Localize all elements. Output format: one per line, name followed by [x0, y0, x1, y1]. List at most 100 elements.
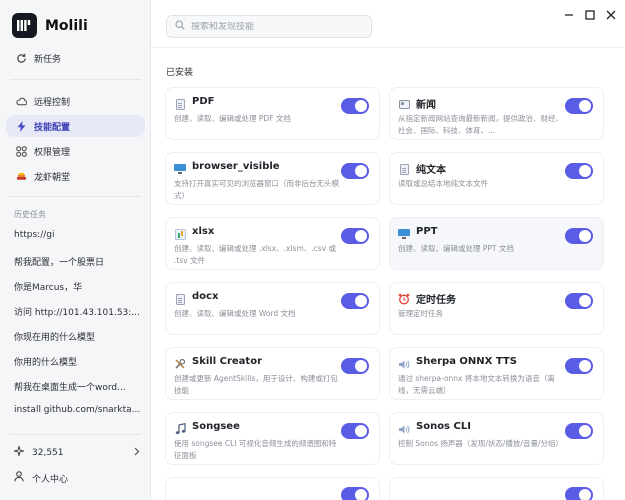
speaker-icon — [398, 358, 410, 370]
nav-remote-control[interactable]: 远程控制 — [6, 90, 145, 112]
skill-title: 定时任务 — [416, 295, 456, 306]
chevron-right-icon — [134, 446, 140, 459]
skill-description: 创建或更新 AgentSkills，用于设计、构建或打包技能 — [174, 374, 338, 395]
skill-description: 创建、读取、编辑或处理 Word 文档 — [174, 309, 296, 318]
skill-description: 创建、读取、编辑或处理 .xlsx、.xlsm、.csv 或 .tsv 文件 — [174, 244, 336, 265]
brand: Molili — [12, 13, 88, 38]
skill-card-scheduled-task[interactable]: 定时任务 管理定时任务 — [389, 282, 604, 335]
alarm-clock-icon — [398, 293, 410, 305]
nav-skills[interactable]: 技能配置 — [6, 115, 145, 137]
tools-icon — [174, 358, 186, 370]
music-note-icon — [174, 423, 186, 435]
credits-row[interactable]: 32,551 — [12, 444, 140, 459]
sparkle-icon — [12, 444, 26, 459]
history-item[interactable]: install github.com/snarkta... — [14, 405, 142, 415]
skill-title: Songsee — [192, 421, 240, 432]
sidebar-divider — [10, 79, 141, 80]
cloud-icon — [16, 96, 27, 107]
minimize-icon[interactable] — [563, 9, 575, 21]
nav-remote-control-label: 远程控制 — [34, 97, 71, 108]
search-icon — [175, 20, 185, 33]
skill-title: PPT — [416, 226, 438, 237]
skill-card-docx[interactable]: docx 创建、读取、编辑或处理 Word 文档 — [165, 282, 380, 335]
sidebar-divider — [10, 196, 141, 197]
nav-permissions-label: 权限管理 — [34, 147, 71, 158]
history-item[interactable]: 你是Marcus，华 — [14, 280, 142, 293]
skill-title: 纯文本 — [416, 165, 446, 176]
skill-description: 创建、读取、编辑或处理 PDF 文档 — [174, 114, 291, 123]
skill-description: 使用 songsee CLI 可视化音频生成的频谱图和特征面板 — [174, 439, 337, 460]
nav-lobster-court-label: 龙虾朝堂 — [34, 172, 71, 183]
skill-card-sherpa-onnx-tts[interactable]: Sherpa ONNX TTS 通过 sherpa-onnx 将本地文本转换为语… — [389, 347, 604, 400]
skill-toggle[interactable] — [565, 163, 593, 179]
document-icon — [174, 293, 186, 305]
account-center[interactable]: 个人中心 — [14, 471, 68, 485]
nav-skills-label: 技能配置 — [34, 122, 71, 133]
history-item[interactable]: 你现在用的什么模型 — [14, 330, 142, 343]
skill-card-partial[interactable] — [389, 477, 604, 500]
document-icon — [398, 163, 410, 175]
nav-permissions[interactable]: 权限管理 — [6, 140, 145, 162]
skill-card-plain-text[interactable]: 纯文本 读取或总结本地纯文本文件 — [389, 152, 604, 205]
skill-card-news[interactable]: 新闻 从指定新闻网站查询最新新闻，提供政治、财经、社会、国际、科技、体育、... — [389, 87, 604, 140]
skill-title: Sonos CLI — [416, 421, 471, 432]
skill-description: 管理定时任务 — [398, 309, 443, 318]
skill-description: 通过 sherpa-onnx 将本地文本转换为语音（离线，无需云端） — [398, 374, 555, 395]
skill-toggle[interactable] — [565, 487, 593, 500]
skill-toggle[interactable] — [341, 423, 369, 439]
skill-description: 从指定新闻网站查询最新新闻，提供政治、财经、社会、国际、科技、体育、... — [398, 114, 563, 135]
search-input[interactable] — [191, 21, 361, 32]
skill-card-skill-creator[interactable]: Skill Creator 创建或更新 AgentSkills，用于设计、构建或… — [165, 347, 380, 400]
app-name: Molili — [45, 17, 88, 34]
refresh-icon — [16, 53, 27, 64]
history-item[interactable]: 帮我在桌面生成一个word... — [14, 380, 142, 393]
account-center-label: 个人中心 — [32, 474, 69, 485]
skill-toggle[interactable] — [341, 293, 369, 309]
skill-toggle[interactable] — [341, 228, 369, 244]
skill-card-xlsx[interactable]: xlsx 创建、读取、编辑或处理 .xlsx、.xlsm、.csv 或 .tsv… — [165, 217, 380, 270]
skill-toggle[interactable] — [341, 358, 369, 374]
skill-description: 支持打开真实可见的浏览器窗口（而非后台无头模式） — [174, 179, 339, 200]
monitor-icon — [398, 228, 410, 240]
monitor-icon — [174, 163, 186, 175]
history-item[interactable]: https://gi — [14, 230, 142, 240]
skill-toggle[interactable] — [565, 98, 593, 114]
skill-search[interactable] — [166, 15, 372, 38]
skill-card-browser-visible[interactable]: browser_visible 支持打开真实可见的浏览器窗口（而非后台无头模式） — [165, 152, 380, 205]
skill-toggle[interactable] — [565, 423, 593, 439]
nav-new-task[interactable]: 新任务 — [6, 47, 145, 69]
skill-title: docx — [192, 291, 219, 302]
lobster-icon — [16, 171, 27, 182]
sidebar-divider — [10, 434, 141, 435]
skill-toggle[interactable] — [341, 163, 369, 179]
close-icon[interactable] — [605, 9, 617, 21]
skill-toggle[interactable] — [565, 358, 593, 374]
skill-title: Sherpa ONNX TTS — [416, 356, 517, 367]
skill-toggle[interactable] — [341, 98, 369, 114]
skill-toggle[interactable] — [341, 487, 369, 500]
app-logo-icon — [12, 13, 37, 38]
history-section-label: 历史任务 — [14, 210, 46, 219]
grid-icon — [16, 145, 27, 157]
skill-card-ppt[interactable]: PPT 创建、读取、编辑或处理 PPT 文档 — [389, 217, 604, 270]
header-divider — [151, 47, 625, 48]
credits-value: 32,551 — [32, 447, 64, 458]
lightning-icon — [16, 120, 27, 132]
history-item[interactable]: 访问 http://101.43.101.53:... — [14, 305, 142, 318]
skill-toggle[interactable] — [565, 228, 593, 244]
history-item[interactable]: 帮我配置，一个股票日 — [14, 255, 142, 268]
user-icon — [14, 471, 24, 485]
skill-card-sonos-cli[interactable]: Sonos CLI 控制 Sonos 扬声器（发现/状态/播放/音量/分组） — [389, 412, 604, 465]
skill-card-pdf[interactable]: PDF 创建、读取、编辑或处理 PDF 文档 — [165, 87, 380, 140]
history-item[interactable]: 你用的什么模型 — [14, 355, 142, 368]
maximize-icon[interactable] — [584, 9, 596, 21]
skill-title: browser_visible — [192, 161, 280, 172]
nav-lobster-court[interactable]: 龙虾朝堂 — [6, 165, 145, 187]
skill-title: PDF — [192, 96, 215, 107]
skill-card-partial[interactable] — [165, 477, 380, 500]
skill-toggle[interactable] — [565, 293, 593, 309]
skill-card-songsee[interactable]: Songsee 使用 songsee CLI 可视化音频生成的频谱图和特征面板 — [165, 412, 380, 465]
skill-description: 控制 Sonos 扬声器（发现/状态/播放/音量/分组） — [398, 439, 563, 448]
skill-title: 新闻 — [416, 100, 436, 111]
nav-new-task-label: 新任务 — [34, 54, 62, 65]
